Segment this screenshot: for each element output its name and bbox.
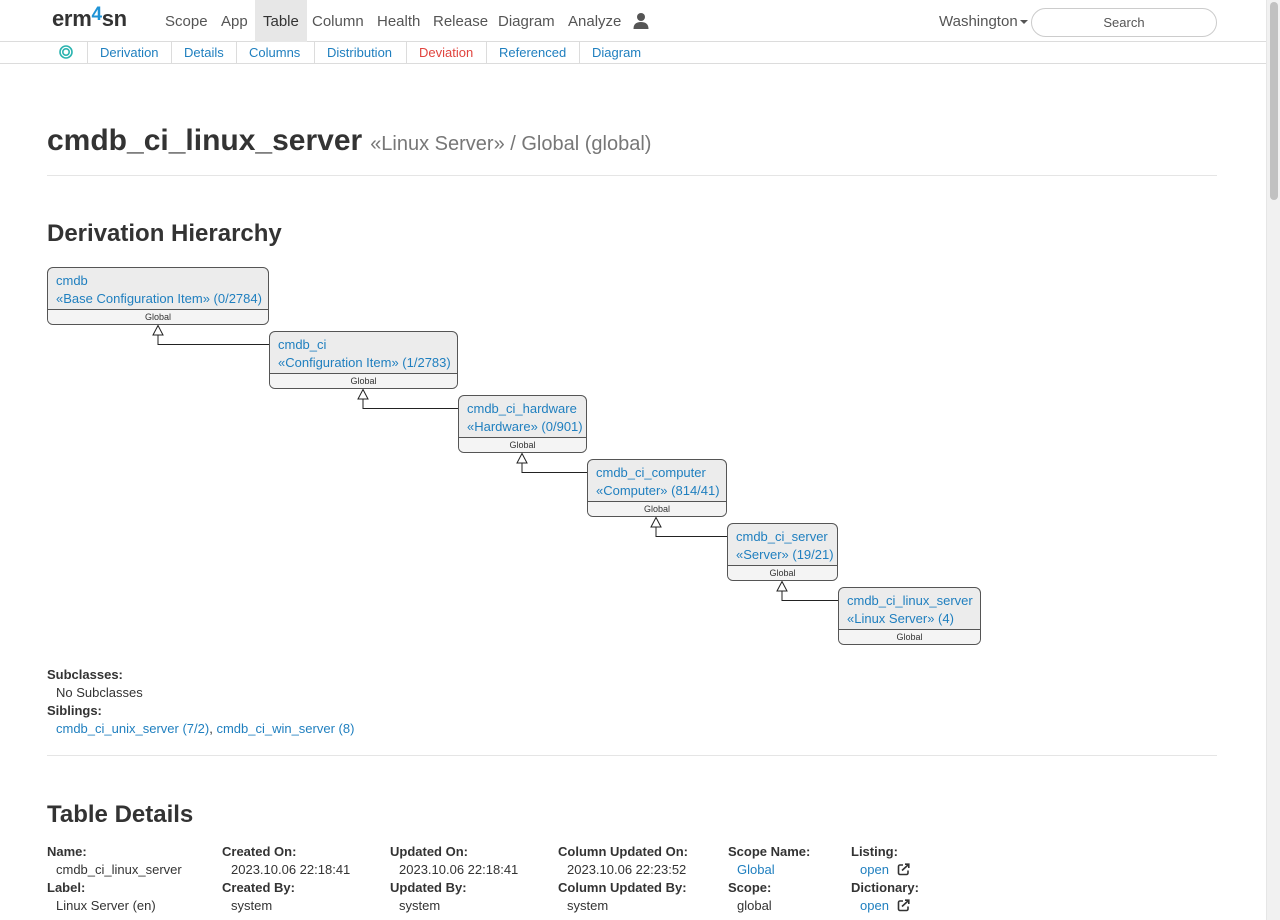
subclasses-label: Subclasses: bbox=[47, 667, 123, 682]
node-name-link[interactable]: cmdb bbox=[56, 272, 260, 290]
hierarchy-node: cmdb_ci_computer «Computer» (814/41) Glo… bbox=[587, 459, 727, 517]
node-scope: Global bbox=[48, 309, 268, 324]
detail-label: Column Updated On: bbox=[558, 844, 688, 859]
detail-label: Dictionary: bbox=[851, 880, 919, 895]
detail-label: Name: bbox=[47, 844, 87, 859]
detail-value: 2023.10.06 22:18:41 bbox=[399, 862, 519, 877]
sibling-link[interactable]: cmdb_ci_win_server (8) bbox=[216, 721, 354, 736]
detail-label: Listing: bbox=[851, 844, 898, 859]
node-scope: Global bbox=[839, 629, 980, 644]
sibling-link[interactable]: cmdb_ci_unix_server (7/2) bbox=[56, 721, 209, 736]
detail-value: Global bbox=[737, 862, 775, 877]
detail-label: Created On: bbox=[222, 844, 297, 859]
detail-label: Updated By: bbox=[390, 880, 467, 895]
detail-value: open bbox=[860, 862, 910, 877]
node-name-link[interactable]: cmdb_ci_server bbox=[736, 528, 829, 546]
node-label-link[interactable]: «Configuration Item» (1/2783) bbox=[278, 354, 451, 372]
hierarchy-node: cmdb «Base Configuration Item» (0/2784) … bbox=[47, 267, 269, 325]
dictionary-open-link[interactable]: open bbox=[860, 898, 889, 913]
detail-label: Updated On: bbox=[390, 844, 468, 859]
detail-label: Column Updated By: bbox=[558, 880, 687, 895]
hierarchy-node: cmdb_ci «Configuration Item» (1/2783) Gl… bbox=[269, 331, 458, 389]
node-name-link[interactable]: cmdb_ci bbox=[278, 336, 449, 354]
hierarchy-connectors bbox=[152, 324, 838, 601]
listing-open-link[interactable]: open bbox=[860, 862, 889, 877]
hierarchy-node: cmdb_ci_server «Server» (19/21) Global bbox=[727, 523, 838, 581]
node-label-link[interactable]: «Computer» (814/41) bbox=[596, 482, 720, 500]
external-link-icon[interactable] bbox=[897, 899, 910, 912]
table-details-heading: Table Details bbox=[47, 801, 194, 828]
subclasses-value: No Subclasses bbox=[56, 685, 143, 700]
detail-value: global bbox=[737, 898, 772, 913]
detail-value: system bbox=[567, 898, 609, 913]
node-label-link[interactable]: «Base Configuration Item» (0/2784) bbox=[56, 290, 262, 308]
sibling-separator: , bbox=[209, 721, 213, 736]
external-link-icon[interactable] bbox=[897, 863, 910, 876]
siblings-list: cmdb_ci_unix_server (7/2), cmdb_ci_win_s… bbox=[56, 721, 354, 736]
node-name-link[interactable]: cmdb_ci_linux_server bbox=[847, 592, 973, 610]
siblings-label: Siblings: bbox=[47, 703, 102, 718]
node-label-link[interactable]: «Linux Server» (4) bbox=[847, 610, 972, 628]
detail-value: open bbox=[860, 898, 910, 913]
detail-label: Scope Name: bbox=[728, 844, 811, 859]
detail-label: Label: bbox=[47, 880, 86, 895]
detail-value: cmdb_ci_linux_server bbox=[56, 862, 182, 877]
detail-value: Linux Server (en) bbox=[56, 898, 156, 913]
detail-label: Scope: bbox=[728, 880, 772, 895]
detail-value: system bbox=[231, 898, 273, 913]
detail-value: 2023.10.06 22:23:52 bbox=[567, 862, 687, 877]
node-scope: Global bbox=[270, 373, 457, 388]
node-scope: Global bbox=[588, 501, 726, 516]
node-label-link[interactable]: «Server» (19/21) bbox=[736, 546, 834, 564]
vertical-scrollbar[interactable] bbox=[1266, 0, 1280, 920]
detail-value: system bbox=[399, 898, 441, 913]
divider bbox=[47, 755, 1217, 756]
node-scope: Global bbox=[728, 565, 837, 580]
node-name-link[interactable]: cmdb_ci_computer bbox=[596, 464, 718, 482]
detail-label: Created By: bbox=[222, 880, 295, 895]
caret-down-icon bbox=[1019, 20, 1028, 25]
scrollbar-thumb[interactable] bbox=[1270, 2, 1278, 200]
hierarchy-node: cmdb_ci_hardware «Hardware» (0/901) Glob… bbox=[458, 395, 587, 453]
hierarchy-node-current: cmdb_ci_linux_server «Linux Server» (4) … bbox=[838, 587, 981, 645]
node-scope: Global bbox=[459, 437, 586, 452]
node-label-link[interactable]: «Hardware» (0/901) bbox=[467, 418, 583, 436]
search-input[interactable] bbox=[1031, 8, 1217, 37]
node-name-link[interactable]: cmdb_ci_hardware bbox=[467, 400, 578, 418]
scope-link[interactable]: Global bbox=[737, 862, 775, 877]
detail-value: 2023.10.06 22:18:41 bbox=[231, 862, 351, 877]
